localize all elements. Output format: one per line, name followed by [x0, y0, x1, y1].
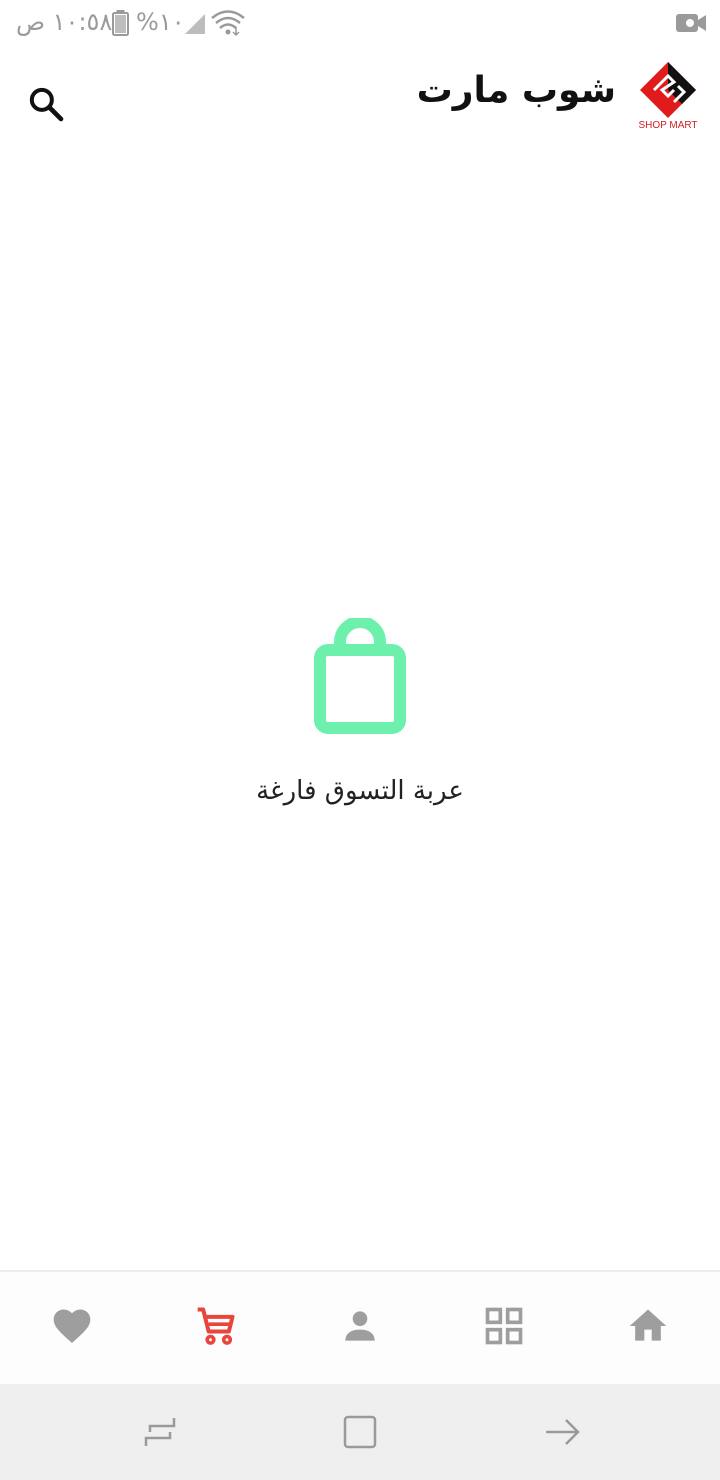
recent-apps-button[interactable]: [136, 1408, 184, 1456]
grid-icon: [485, 1307, 523, 1345]
status-bar: ١٠:٥٨ ص %١٠: [0, 0, 720, 48]
nav-account[interactable]: [288, 1272, 432, 1386]
app-bar: شوب مارت SHOP MART: [0, 48, 720, 160]
wifi-icon: [211, 10, 245, 37]
back-arrow-icon: [546, 1419, 580, 1445]
nav-cart[interactable]: [144, 1272, 288, 1386]
logo-text: SHOP MART: [638, 120, 698, 131]
logo-mark-icon: [640, 62, 696, 118]
app-title: شوب مارت: [416, 70, 616, 111]
battery-icon: [112, 10, 129, 36]
home-system-button[interactable]: [336, 1408, 384, 1456]
cart-icon: [197, 1307, 235, 1345]
recent-apps-icon: [144, 1418, 176, 1446]
bottom-navigation: [0, 1270, 720, 1386]
empty-cart-message: عربة التسوق فارغة: [256, 776, 464, 806]
nav-favorites[interactable]: [0, 1272, 144, 1386]
home-icon: [629, 1309, 667, 1341]
empty-cart-state: عربة التسوق فارغة: [0, 618, 720, 806]
system-navigation-bar: [0, 1384, 720, 1480]
shop-mart-logo: SHOP MART: [634, 60, 702, 140]
battery-percentage: %١٠: [136, 8, 185, 36]
heart-icon: [53, 1309, 91, 1344]
search-button[interactable]: [22, 80, 70, 128]
back-system-button[interactable]: [538, 1408, 586, 1456]
home-square-icon: [343, 1415, 377, 1449]
screen-record-icon: [676, 14, 706, 32]
person-icon: [345, 1311, 375, 1341]
shopping-bag-icon: [314, 618, 406, 734]
status-time: ١٠:٥٨ ص: [16, 8, 113, 36]
nav-home[interactable]: [576, 1272, 720, 1386]
search-icon: [29, 87, 64, 122]
signal-icon: [185, 14, 205, 34]
nav-categories[interactable]: [432, 1272, 576, 1386]
